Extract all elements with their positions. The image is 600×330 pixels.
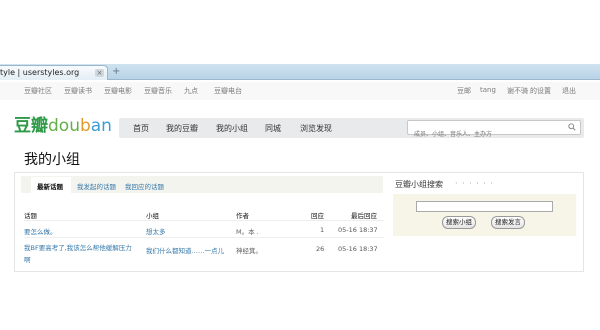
row-1-last-reply: 05-16 18:37: [338, 226, 378, 234]
row-2-author[interactable]: 神经箕。: [236, 245, 262, 255]
row-2-group[interactable]: 我们什么都知道……一点儿: [146, 245, 224, 255]
logo-cn: 豆瓣: [14, 116, 48, 136]
topnav-link-logout[interactable]: 退出: [562, 86, 576, 96]
topnav-link-movies[interactable]: 豆瓣电影: [104, 86, 132, 96]
logo-b: b: [79, 116, 91, 136]
logo-an: an: [90, 116, 112, 136]
browser-tab[interactable]: tyle | userstyles.org ×: [0, 65, 108, 80]
topic-tabs: [21, 176, 383, 193]
col-header-last-reply: 最后回应: [351, 212, 377, 220]
row-1-author[interactable]: M。本 .: [236, 226, 259, 236]
group-search-title: 豆瓣小组搜索: [395, 180, 443, 189]
topnav-link-settings[interactable]: 的设置: [530, 86, 551, 96]
header-divider: [24, 220, 384, 221]
row-1-topic[interactable]: 要怎么做。: [24, 226, 57, 236]
nav-my-douban[interactable]: 我的豆瓣: [166, 123, 198, 134]
topnav-link-radio[interactable]: 豆瓣电台: [214, 86, 242, 96]
title-dots: · · · · · ·: [455, 179, 494, 188]
group-search-input[interactable]: [416, 201, 553, 212]
topnav-link-community[interactable]: 豆瓣社区: [24, 86, 52, 96]
search-posts-button[interactable]: 搜索发言: [491, 216, 525, 229]
browser-tab-title: tyle | userstyles.org: [0, 68, 80, 77]
topnav-link-name[interactable]: 谢不骑: [507, 86, 528, 96]
topnav-link-mail[interactable]: 豆邮: [457, 86, 471, 96]
col-header-group: 小组: [146, 212, 159, 220]
tab-my-started[interactable]: 我发起的话题: [77, 181, 116, 191]
new-tab-icon[interactable]: +: [112, 65, 120, 78]
search-icon[interactable]: [568, 123, 576, 131]
site-search-input[interactable]: [408, 128, 558, 141]
topnav-link-music[interactable]: 豆瓣音乐: [144, 86, 172, 96]
browser-tab-strip: tyle | userstyles.org × +: [0, 64, 600, 80]
douban-logo[interactable]: 豆瓣douban: [14, 116, 112, 136]
nav-home[interactable]: 首页: [133, 123, 149, 134]
topnav-link-books[interactable]: 豆瓣读书: [64, 86, 92, 96]
row-divider: [24, 237, 384, 238]
nav-my-groups[interactable]: 我的小组: [216, 123, 248, 134]
page-title: 我的小组: [24, 152, 80, 168]
row-2-topic[interactable]: 我BF要高考了,我该怎么帮他缓解压力: [24, 242, 132, 252]
tab-my-replied[interactable]: 我回应的话题: [125, 181, 164, 191]
topnav-link-jiudian[interactable]: 九点: [184, 86, 198, 96]
topnav-link-user[interactable]: tang: [480, 86, 496, 94]
tab-latest-topics[interactable]: 最新话题: [37, 181, 63, 191]
row-1-group[interactable]: 想太多: [146, 226, 166, 236]
close-icon[interactable]: ×: [95, 69, 104, 77]
row-2-last-reply: 05-16 18:37: [338, 245, 378, 253]
nav-local[interactable]: 同城: [265, 123, 281, 134]
site-search-box: [407, 120, 581, 141]
row-2-replies: 26: [316, 245, 325, 253]
row-2-topic-cont[interactable]: 啊: [24, 254, 31, 264]
nav-explore[interactable]: 浏览发现: [300, 123, 332, 134]
col-header-replies: 回应: [311, 212, 324, 220]
logo-dou: dou: [48, 116, 80, 136]
col-header-topic: 话题: [24, 212, 37, 220]
top-site-nav: 豆瓣社区 豆瓣读书 豆瓣电影 豆瓣音乐 九点 豆瓣电台 豆邮 tang 谢不骑 …: [0, 82, 600, 100]
col-header-author: 作者: [236, 212, 249, 220]
row-1-replies: 1: [320, 226, 325, 234]
search-groups-button[interactable]: 搜索小组: [442, 216, 476, 229]
